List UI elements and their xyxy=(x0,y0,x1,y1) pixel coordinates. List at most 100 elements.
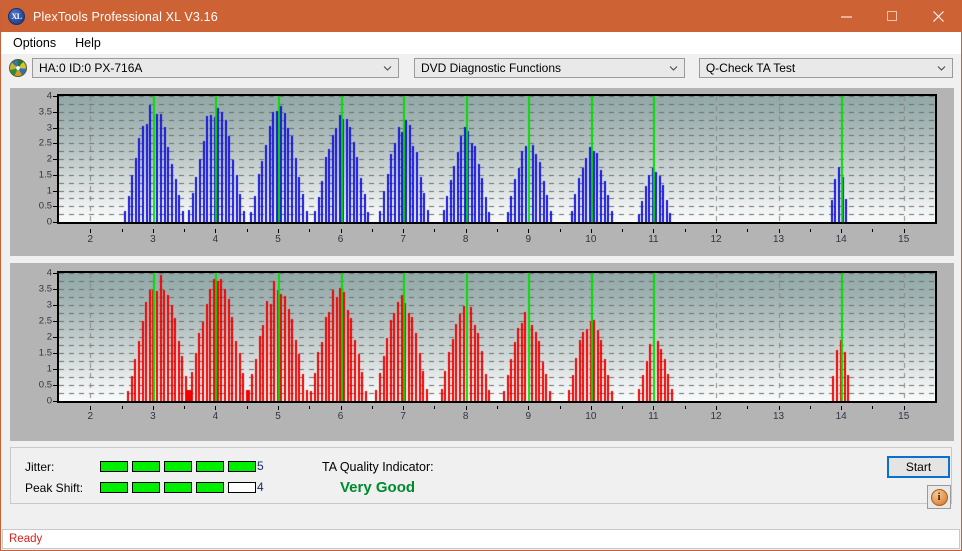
y-axis-tick-label: 4 xyxy=(46,90,52,102)
y-axis-tick-label: 0.5 xyxy=(38,379,52,391)
x-axis-tick-label: 4 xyxy=(212,234,219,245)
y-axis-tick-label: 1.5 xyxy=(38,169,52,181)
x-axis-tick xyxy=(153,229,154,233)
x-axis-tick xyxy=(591,229,592,233)
x-axis-tick xyxy=(403,229,404,233)
peak-shift-meter xyxy=(100,482,256,493)
start-button[interactable]: Start xyxy=(887,456,950,478)
peak-shift-chart-plot xyxy=(57,271,937,403)
x-axis-tick-label: 12 xyxy=(710,234,722,245)
x-axis-minor-tick xyxy=(247,406,248,409)
close-icon[interactable] xyxy=(915,1,961,32)
x-axis-minor-tick xyxy=(747,229,748,232)
menu-item-help[interactable]: Help xyxy=(71,34,110,52)
x-axis-tick xyxy=(278,229,279,233)
x-axis-tick-label: 9 xyxy=(525,234,532,245)
y-axis-tick-label: 1 xyxy=(46,185,52,196)
x-axis-minor-tick xyxy=(872,406,873,409)
x-axis-minor-tick xyxy=(747,406,748,409)
x-axis-tick xyxy=(215,229,216,233)
x-axis-minor-tick xyxy=(372,229,373,232)
jitter-chart-panel: 0 0.5 1 1.5 2 2.5 3 3.5 4 2 3 4 5 6 7 8 9 10 11 12 13 14 15 xyxy=(10,88,954,256)
menu-item-options[interactable]: Options xyxy=(9,34,65,52)
maximize-icon[interactable] xyxy=(869,1,915,32)
x-axis-tick-label: 13 xyxy=(773,234,785,245)
x-axis-tick xyxy=(904,229,905,233)
x-axis-minor-tick xyxy=(122,229,123,232)
x-axis-tick-label: 10 xyxy=(585,411,597,422)
x-axis-minor-tick xyxy=(184,229,185,232)
meter-segment xyxy=(164,482,192,493)
jitter-value: 5 xyxy=(257,459,264,473)
x-axis-tick xyxy=(716,406,717,410)
menu-bar: Options Help xyxy=(1,32,961,54)
x-axis-tick-label: 6 xyxy=(337,411,344,422)
x-axis-minor-tick xyxy=(372,406,373,409)
x-axis-tick-label: 2 xyxy=(87,234,94,245)
minimize-icon[interactable] xyxy=(823,1,869,32)
jitter-chart-y-axis: 0 0.5 1 1.5 2 2.5 3 3.5 4 xyxy=(18,90,57,228)
jitter-chart-x-axis: 2 3 4 5 6 7 8 9 10 11 12 13 14 15 xyxy=(59,229,935,249)
x-axis-minor-tick xyxy=(872,229,873,232)
x-axis-minor-tick xyxy=(122,406,123,409)
x-axis-tick xyxy=(341,406,342,410)
x-axis-tick-label: 10 xyxy=(585,234,597,245)
meter-segment xyxy=(196,461,224,472)
x-axis-tick xyxy=(215,406,216,410)
y-axis-tick-label: 1 xyxy=(46,363,52,375)
x-axis-tick-label: 2 xyxy=(87,411,94,422)
y-axis-tick-label: 3 xyxy=(46,122,52,133)
x-axis-minor-tick xyxy=(434,406,435,409)
ta-quality-label: TA Quality Indicator: xyxy=(322,460,434,474)
x-axis-tick-label: 13 xyxy=(773,411,785,422)
drive-select-value: HA:0 ID:0 PX-716A xyxy=(39,61,143,75)
application-window: XL PlexTools Professional XL V3.16 Optio… xyxy=(0,0,962,551)
disc-icon xyxy=(9,59,27,77)
jitter-meter xyxy=(100,461,256,472)
chevron-down-icon xyxy=(937,66,946,71)
x-axis-minor-tick xyxy=(247,229,248,232)
y-axis-tick-label: 0.5 xyxy=(38,200,52,212)
x-axis-minor-tick xyxy=(810,229,811,232)
x-axis-tick xyxy=(591,406,592,410)
x-axis-tick xyxy=(904,406,905,410)
meter-segment xyxy=(196,482,224,493)
y-axis-tick-label: 4 xyxy=(46,267,52,279)
window-title: PlexTools Professional XL V3.16 xyxy=(33,9,218,24)
peak-shift-chart-y-axis: 0 0.5 1 1.5 2 2.5 3 3.5 4 xyxy=(18,267,57,407)
y-axis-tick-label: 2 xyxy=(46,331,52,343)
x-axis-minor-tick xyxy=(685,406,686,409)
info-button[interactable]: i xyxy=(927,485,951,509)
x-axis-tick-label: 4 xyxy=(212,411,219,422)
x-axis-minor-tick xyxy=(810,406,811,409)
x-axis-tick-label: 8 xyxy=(462,234,469,245)
x-axis-tick-label: 7 xyxy=(400,411,406,422)
x-axis-tick xyxy=(90,406,91,410)
x-axis-minor-tick xyxy=(497,406,498,409)
jitter-chart-canvas xyxy=(59,96,935,222)
peak-shift-label: Peak Shift: xyxy=(25,481,84,495)
x-axis-tick xyxy=(779,229,780,233)
drive-select[interactable]: HA:0 ID:0 PX-716A xyxy=(32,58,399,78)
x-axis-tick-label: 8 xyxy=(462,411,469,422)
y-axis-tick-label: 0 xyxy=(46,216,52,228)
meter-segment xyxy=(228,482,256,493)
y-axis-tick-label: 1.5 xyxy=(38,347,52,359)
x-axis-tick xyxy=(528,406,529,410)
peak-shift-chart-canvas xyxy=(59,273,935,401)
x-axis-tick xyxy=(716,229,717,233)
x-axis-tick-label: 9 xyxy=(525,411,532,422)
x-axis-tick xyxy=(403,406,404,410)
x-axis-tick-label: 15 xyxy=(898,234,910,245)
x-axis-minor-tick xyxy=(309,229,310,232)
function-select-value: DVD Diagnostic Functions xyxy=(420,61,562,75)
title-bar: XL PlexTools Professional XL V3.16 xyxy=(1,1,961,32)
y-axis-tick-label: 3 xyxy=(46,299,52,311)
x-axis-tick xyxy=(341,229,342,233)
function-select[interactable]: DVD Diagnostic Functions xyxy=(413,58,685,78)
peak-shift-chart-panel: 0 0.5 1 1.5 2 2.5 3 3.5 4 2 3 4 5 6 7 8 9 10 11 12 13 14 15 xyxy=(10,263,954,441)
jitter-label: Jitter: xyxy=(25,460,55,474)
peak-shift-chart-x-axis: 2 3 4 5 6 7 8 9 10 11 12 13 14 15 xyxy=(59,406,935,426)
test-select[interactable]: Q-Check TA Test xyxy=(698,58,953,78)
x-axis-tick xyxy=(153,406,154,410)
